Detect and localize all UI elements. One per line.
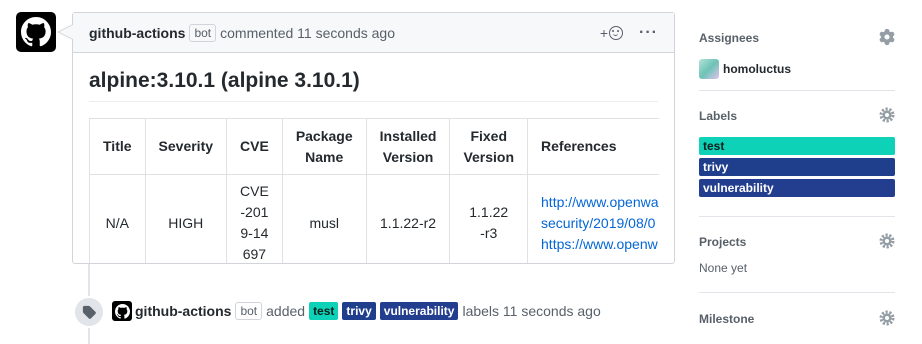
gear-icon[interactable] [879,29,895,45]
table-header-row: Title Severity CVE Package Name Installe… [89,118,659,175]
th-fixed-version: Fixed Version [449,118,529,175]
event-timestamp: labels 11 seconds ago [462,303,601,319]
sidebar-label-vulnerability[interactable]: vulnerability [699,179,895,197]
gear-icon[interactable] [879,107,895,123]
projects-title[interactable]: Projects [699,235,895,249]
projects-empty-text: None yet [699,261,748,275]
cell-severity: HIGH [144,174,228,263]
comment-header: github-actions bot commented 11 seconds … [73,13,674,53]
sidebar-projects: Projects None yet [699,233,895,275]
comment-body: alpine:3.10.1 (alpine 3.10.1) Title Seve… [73,53,674,263]
table-row: N/A HIGH CVE-2019-14697 musl 1.1.22-r2 1… [89,174,659,263]
assignee-item[interactable]: homoluctus [699,59,895,79]
th-cve: CVE [226,118,283,175]
milestone-title[interactable]: Milestone [699,312,895,326]
assignee-avatar [699,59,719,79]
bot-badge: bot [235,302,263,320]
label-trivy[interactable]: trivy [342,302,376,320]
cell-references: http://www.openwall.com/lists/oss- secur… [527,174,659,263]
reference-link[interactable]: https://www.openw [541,236,658,252]
th-severity: Severity [144,118,228,175]
vulnerability-table: Title Severity CVE Package Name Installe… [89,118,659,263]
table-scroll-container[interactable]: Title Severity CVE Package Name Installe… [89,118,659,263]
comment-author-link[interactable]: github-actions [89,25,185,41]
event-avatar[interactable] [112,301,132,321]
labels-title[interactable]: Labels [699,109,895,123]
plus-label: + [599,24,609,41]
tag-icon [82,305,96,319]
assignees-title[interactable]: Assignees [699,31,895,45]
comment-box: github-actions bot commented 11 seconds … [57,12,675,264]
reference-link[interactable]: http://www.openwall.com/lists/oss- [541,194,659,210]
event-added-text: added [266,303,306,319]
comment-arrow-fill [59,25,73,39]
tag-event-badge [73,296,105,328]
kebab-icon[interactable]: ··· [639,24,658,42]
github-logo-icon [114,303,130,319]
th-package-name: Package Name [281,118,367,175]
label-vulnerability[interactable]: vulnerability [379,302,459,320]
report-heading: alpine:3.10.1 (alpine 3.10.1) [89,69,658,102]
bot-badge: bot [189,23,217,42]
sidebar-milestone: Milestone [699,310,895,326]
th-installed-version: Installed Version [365,118,451,175]
sidebar-divider [699,292,895,293]
sidebar-label-test[interactable]: test [699,137,895,155]
reference-link[interactable]: security/2019/08/0 [541,215,655,231]
cell-package: musl [281,174,367,263]
add-reaction-button[interactable]: + [599,24,624,41]
sidebar-divider [699,216,895,217]
label-event: github-actions bot added test trivy vuln… [112,301,601,321]
smiley-icon [609,25,624,40]
sidebar-divider [699,90,895,91]
github-logo-icon [21,17,51,47]
assignee-name: homoluctus [723,62,791,76]
th-title: Title [89,118,146,175]
event-author-link[interactable]: github-actions [135,303,231,319]
gear-icon[interactable] [879,233,895,249]
th-references: References [527,118,659,175]
sidebar-assignees: Assignees homoluctus [699,29,895,79]
cell-fixed: 1.1.22-r3 [449,174,529,263]
cell-title: N/A [89,174,146,263]
author-avatar[interactable] [16,12,56,52]
sidebar-label-trivy[interactable]: trivy [699,158,895,176]
cell-cve: CVE-2019-14697 [226,174,283,263]
cell-installed: 1.1.22-r2 [365,174,451,263]
gear-icon[interactable] [879,310,895,326]
comment-timestamp[interactable]: commented 11 seconds ago [220,25,395,41]
sidebar-labels: Labels test trivy vulnerability [699,107,895,200]
label-test[interactable]: test [309,302,339,320]
